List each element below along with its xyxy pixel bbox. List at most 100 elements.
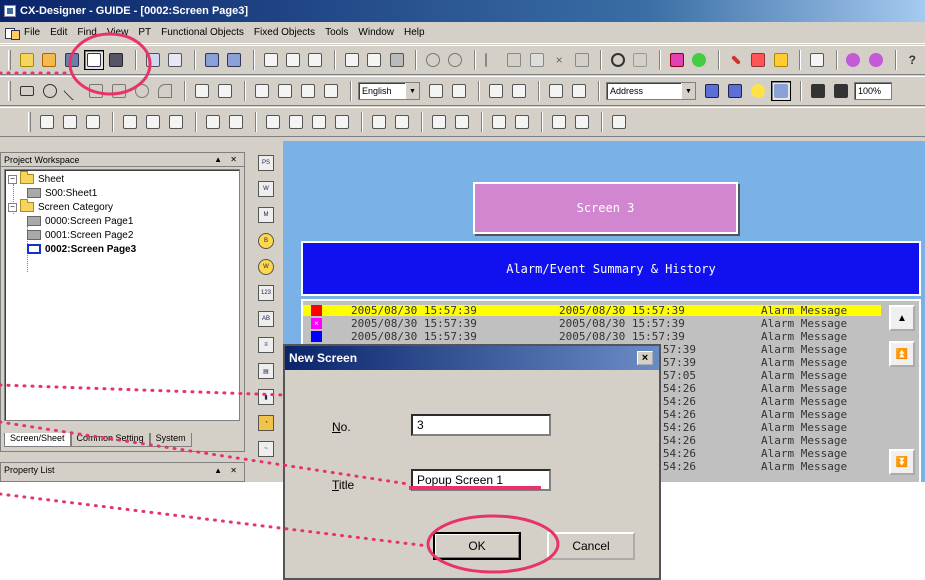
page-down-icon[interactable]: ⏬ xyxy=(889,449,915,475)
chevron-down-icon[interactable]: ▼ xyxy=(405,83,419,99)
align-left-icon[interactable] xyxy=(37,112,57,132)
layer-icon-b[interactable] xyxy=(275,81,295,101)
layer-icon-a[interactable] xyxy=(252,81,272,101)
center-v-icon[interactable] xyxy=(286,112,306,132)
tool-icon[interactable] xyxy=(726,50,745,70)
screen-icon-a[interactable] xyxy=(261,50,280,70)
no-field[interactable]: 3 xyxy=(411,414,551,436)
grid-snap-icon[interactable] xyxy=(609,112,629,132)
check-icon[interactable] xyxy=(771,50,790,70)
tree-item-screen-page3[interactable]: 0002:Screen Page3 xyxy=(27,242,136,256)
order-icon-b[interactable] xyxy=(512,112,532,132)
simulate-icon[interactable] xyxy=(690,50,709,70)
distribute-v-icon[interactable] xyxy=(226,112,246,132)
tree-item-screen-category[interactable]: − Screen Category xyxy=(8,199,113,214)
address-icon-b[interactable] xyxy=(725,81,745,101)
save-project-button[interactable] xyxy=(62,50,81,70)
label-icon-e[interactable] xyxy=(546,81,566,101)
layer-icon-d[interactable] xyxy=(321,81,341,101)
paste-icon[interactable] xyxy=(527,50,546,70)
print-icon[interactable] xyxy=(387,50,406,70)
properties-icon[interactable] xyxy=(572,50,591,70)
alarm-banner[interactable]: Alarm/Event Summary & History xyxy=(301,241,921,296)
arc-tool-icon[interactable] xyxy=(132,81,152,101)
close-icon[interactable]: × xyxy=(637,351,653,365)
find-icon[interactable] xyxy=(608,50,627,70)
align-middle-icon[interactable] xyxy=(143,112,163,132)
label-icon-f[interactable] xyxy=(569,81,589,101)
magic-icon[interactable] xyxy=(844,50,863,70)
distribute-h-icon[interactable] xyxy=(203,112,223,132)
label-icon-c[interactable] xyxy=(486,81,506,101)
size-icon-c[interactable] xyxy=(429,112,449,132)
ok-button[interactable]: OK xyxy=(433,532,521,560)
window-icon[interactable] xyxy=(807,50,826,70)
object-icon[interactable] xyxy=(143,50,162,70)
screen-3-button[interactable]: Screen 3 xyxy=(473,182,738,234)
alarm-row[interactable]: 2005/08/30 15:57:39 2005/08/30 15:57:39 Al… xyxy=(303,331,881,342)
bulb-icon[interactable] xyxy=(748,81,768,101)
align-icon-b[interactable] xyxy=(215,81,235,101)
screen-icon-b[interactable] xyxy=(283,50,302,70)
address-toggle-icon[interactable] xyxy=(771,81,791,101)
align-center-icon[interactable] xyxy=(60,112,80,132)
redo-icon[interactable] xyxy=(446,50,465,70)
open-project-button[interactable] xyxy=(39,50,58,70)
menu-edit[interactable]: Edit xyxy=(50,27,67,38)
polyline-tool-icon[interactable] xyxy=(86,81,106,101)
menu-help[interactable]: Help xyxy=(404,27,425,38)
line-tool-icon[interactable] xyxy=(63,81,83,101)
analog-meter-icon[interactable]: ◔ xyxy=(258,415,274,431)
panel-controls[interactable]: ▲ ✕ xyxy=(214,466,244,475)
cut-icon[interactable] xyxy=(482,50,501,70)
test-icon[interactable] xyxy=(667,50,686,70)
align-icon-a[interactable] xyxy=(192,81,212,101)
string-display-icon[interactable]: AB xyxy=(258,311,274,327)
magic2-icon[interactable] xyxy=(866,50,885,70)
menu-find[interactable]: Find xyxy=(77,27,96,38)
menu-tools[interactable]: Tools xyxy=(325,27,348,38)
size-icon-d[interactable] xyxy=(452,112,472,132)
help-icon[interactable]: ? xyxy=(903,50,922,70)
sector-tool-icon[interactable] xyxy=(155,81,175,101)
word-lamp-icon[interactable]: W xyxy=(258,259,274,275)
page-icon[interactable] xyxy=(342,50,361,70)
order-icon-c[interactable] xyxy=(549,112,569,132)
numeral-display-icon[interactable]: 123 xyxy=(258,285,274,301)
rectangle-tool-icon[interactable] xyxy=(17,81,37,101)
menu-functional-objects[interactable]: Functional Objects xyxy=(161,27,244,38)
tab-screen-sheet[interactable]: Screen/Sheet xyxy=(4,433,71,447)
alarm-row[interactable]: 2005/08/30 15:57:39 2005/08/30 15:57:39 Al… xyxy=(303,318,881,329)
menu-view[interactable]: View xyxy=(107,27,129,38)
word-button-icon[interactable]: W xyxy=(258,181,274,197)
menu-fixed-objects[interactable]: Fixed Objects xyxy=(254,27,315,38)
collapse-icon[interactable]: − xyxy=(8,174,17,184)
print-preview-icon[interactable] xyxy=(365,50,384,70)
new-screen-button[interactable] xyxy=(84,50,104,70)
copy-icon[interactable] xyxy=(505,50,524,70)
broken-line-icon[interactable]: ~ xyxy=(258,441,274,457)
grid-icon-b[interactable] xyxy=(831,81,851,101)
address-select[interactable]: Address ▼ xyxy=(606,82,696,100)
tree-item-sheet[interactable]: − Sheet xyxy=(8,171,64,186)
label-icon-a[interactable] xyxy=(426,81,446,101)
label-icon-b[interactable] xyxy=(449,81,469,101)
title-field[interactable]: Popup Screen 1 xyxy=(411,469,551,491)
center-h-icon[interactable] xyxy=(263,112,283,132)
chevron-down-icon[interactable]: ▼ xyxy=(681,83,695,99)
undo-icon[interactable] xyxy=(423,50,442,70)
scroll-up-icon[interactable]: ▲ xyxy=(889,305,915,331)
label-icon-d[interactable] xyxy=(509,81,529,101)
layer-icon-c[interactable] xyxy=(298,81,318,101)
compile-icon[interactable] xyxy=(748,50,767,70)
document-menu-icon[interactable] xyxy=(4,26,20,40)
transfer-from-icon[interactable] xyxy=(224,50,243,70)
align-right-icon[interactable] xyxy=(83,112,103,132)
menu-pt[interactable]: PT xyxy=(138,27,151,38)
center-page-icon[interactable] xyxy=(332,112,352,132)
push-switch-icon[interactable]: PS xyxy=(258,155,274,171)
order-icon-d[interactable] xyxy=(572,112,592,132)
list-selector-icon[interactable]: ≡ xyxy=(258,337,274,353)
new-project-button[interactable] xyxy=(17,50,36,70)
menu-window[interactable]: Window xyxy=(358,27,394,38)
